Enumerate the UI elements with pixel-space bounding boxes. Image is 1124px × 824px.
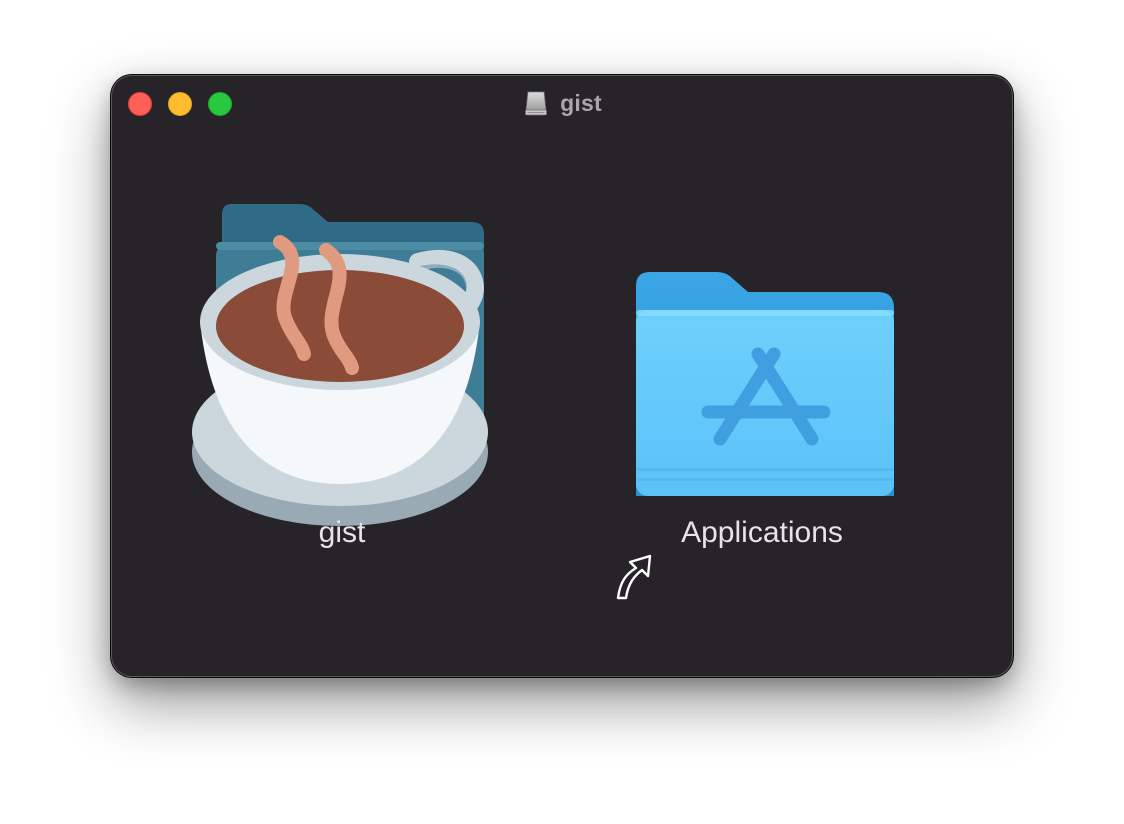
hot-beverage-app-icon xyxy=(192,204,488,526)
desktop: gist gist Applications xyxy=(0,0,1124,824)
window-title: gist xyxy=(560,89,602,116)
finder-window: gist gist Applications xyxy=(112,76,1012,676)
alias-arrow-icon xyxy=(616,554,652,600)
app-item-label: gist xyxy=(318,516,366,549)
window-titlebar[interactable]: gist xyxy=(112,76,1012,130)
applications-folder-icon xyxy=(636,272,894,496)
disk-image-icon xyxy=(525,91,548,116)
window-title-group: gist xyxy=(112,88,1012,118)
app-item-gist[interactable]: gist xyxy=(182,196,502,596)
applications-alias-item[interactable]: Applications xyxy=(602,196,922,600)
app-item-label: Applications xyxy=(681,516,843,549)
